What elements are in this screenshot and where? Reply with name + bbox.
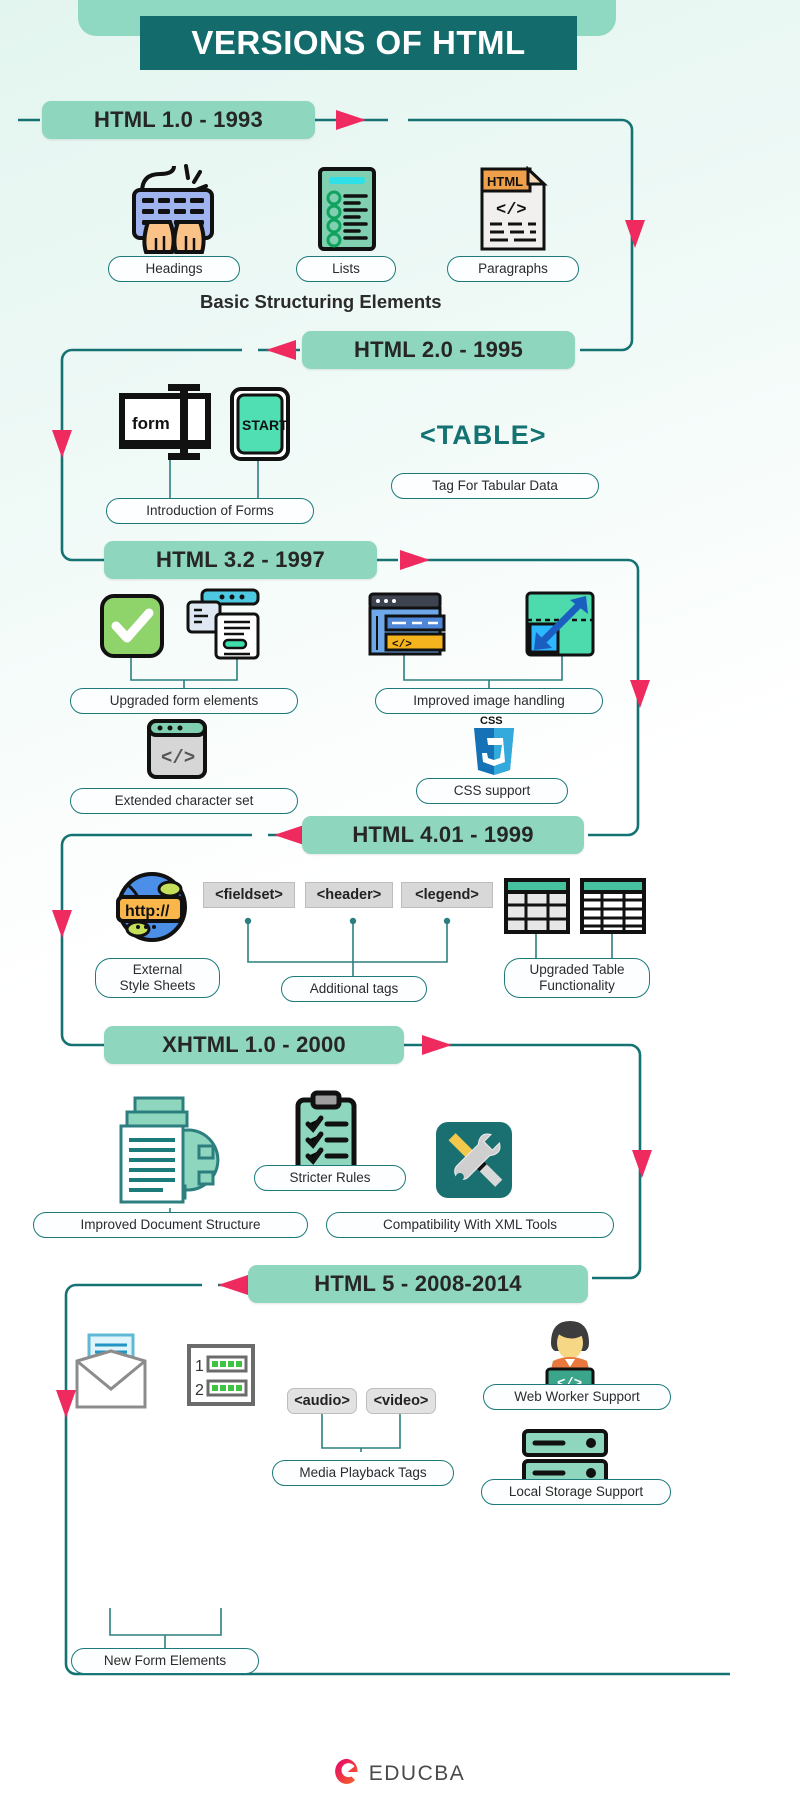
label-paragraphs: Paragraphs bbox=[447, 256, 579, 282]
form-elements-icon bbox=[182, 588, 262, 665]
start-button-icon: START bbox=[229, 386, 291, 467]
tag-fieldset: <fieldset> bbox=[203, 882, 295, 908]
svg-text:http://: http:// bbox=[125, 903, 170, 920]
educba-logo-icon bbox=[334, 1757, 361, 1790]
green-check-icon bbox=[98, 592, 166, 665]
http-globe-icon: http:// bbox=[108, 871, 196, 948]
svg-text:</>: </> bbox=[161, 747, 195, 769]
label-stricter-rules: Stricter Rules bbox=[254, 1165, 406, 1191]
tag-audio: <audio> bbox=[287, 1388, 357, 1414]
html-document-icon: HTML </> bbox=[478, 165, 548, 257]
svg-text:START: START bbox=[242, 417, 288, 433]
svg-text:2: 2 bbox=[195, 1382, 204, 1399]
label-introduction-of-forms: Introduction of Forms bbox=[106, 498, 314, 524]
label-external-style-sheets: External Style Sheets bbox=[95, 958, 220, 998]
image-scale-icon bbox=[524, 590, 596, 663]
tools-wrench-screwdriver-icon bbox=[434, 1120, 514, 1205]
checklist-icon bbox=[317, 166, 377, 257]
label-local-storage-support: Local Storage Support bbox=[481, 1479, 671, 1505]
tag-video: <video> bbox=[366, 1388, 436, 1414]
version-chip-label: HTML 5 - 2008-2014 bbox=[314, 1271, 522, 1296]
caption-basic-structuring: Basic Structuring Elements bbox=[200, 291, 442, 312]
label-lists: Lists bbox=[296, 256, 396, 282]
version-chip-html2[interactable]: HTML 2.0 - 1995 bbox=[302, 331, 575, 369]
infographic-canvas: VERSIONS OF HTML HTML 1.0 - 1993 Heading… bbox=[0, 0, 800, 1804]
version-chip-html401[interactable]: HTML 4.01 - 1999 bbox=[302, 816, 584, 854]
table-tag-text: <TABLE> bbox=[420, 420, 547, 450]
tag-header: <header> bbox=[305, 882, 393, 908]
label-upgraded-table-functionality: Upgraded Table Functionality bbox=[504, 958, 650, 998]
keyboard-typing-icon bbox=[120, 160, 230, 265]
label-headings: Headings bbox=[108, 256, 240, 282]
label-improved-image-handling: Improved image handling bbox=[375, 688, 603, 714]
numbered-input-icon: 1 2 bbox=[186, 1343, 256, 1412]
css3-logo-icon: CSS bbox=[470, 712, 518, 783]
version-chip-label: HTML 1.0 - 1993 bbox=[94, 107, 263, 132]
label-compatibility-with-xml-tools: Compatibility With XML Tools bbox=[326, 1212, 614, 1238]
svg-text:</>: </> bbox=[392, 639, 412, 651]
email-form-icon bbox=[73, 1333, 149, 1416]
version-chip-xhtml1[interactable]: XHTML 1.0 - 2000 bbox=[104, 1026, 404, 1064]
label-additional-tags: Additional tags bbox=[281, 976, 427, 1002]
footer-brand: EDUCBA bbox=[368, 1761, 466, 1785]
leader-dots bbox=[244, 917, 451, 925]
table-grid-icon bbox=[580, 878, 646, 939]
footer: EDUCBA bbox=[0, 1757, 800, 1790]
version-chip-html32[interactable]: HTML 3.2 - 1997 bbox=[104, 541, 377, 579]
label-media-playback-tags: Media Playback Tags bbox=[272, 1460, 454, 1486]
version-chip-html5[interactable]: HTML 5 - 2008-2014 bbox=[248, 1265, 588, 1303]
form-window-icon: form bbox=[118, 382, 226, 469]
version-chip-html1[interactable]: HTML 1.0 - 1993 bbox=[42, 101, 315, 139]
label-web-worker-support: Web Worker Support bbox=[483, 1384, 671, 1410]
label-extended-character-set: Extended character set bbox=[70, 788, 298, 814]
code-window-icon: </> bbox=[366, 592, 448, 663]
label-upgraded-form-elements: Upgraded form elements bbox=[70, 688, 298, 714]
page-title-text: VERSIONS OF HTML bbox=[191, 24, 526, 61]
svg-text:CSS: CSS bbox=[480, 715, 503, 727]
svg-text:form: form bbox=[132, 414, 170, 433]
page-title: VERSIONS OF HTML bbox=[140, 16, 577, 70]
svg-text:</>: </> bbox=[496, 201, 527, 220]
document-gear-icon bbox=[115, 1094, 225, 1211]
label-new-form-elements: New Form Elements bbox=[71, 1648, 259, 1674]
version-chip-label: XHTML 1.0 - 2000 bbox=[162, 1032, 346, 1057]
label-css-support: CSS support bbox=[416, 778, 568, 804]
label-improved-document-structure: Improved Document Structure bbox=[33, 1212, 308, 1238]
character-code-icon: </> bbox=[146, 718, 208, 785]
svg-text:1: 1 bbox=[195, 1358, 204, 1375]
tag-legend: <legend> bbox=[401, 882, 493, 908]
version-chip-label: HTML 2.0 - 1995 bbox=[354, 337, 523, 362]
table-grid-icon bbox=[504, 878, 570, 939]
version-chip-label: HTML 3.2 - 1997 bbox=[156, 547, 325, 572]
version-chip-label: HTML 4.01 - 1999 bbox=[352, 822, 534, 847]
label-tag-for-tabular-data: Tag For Tabular Data bbox=[391, 473, 599, 499]
svg-text:HTML: HTML bbox=[487, 174, 523, 189]
